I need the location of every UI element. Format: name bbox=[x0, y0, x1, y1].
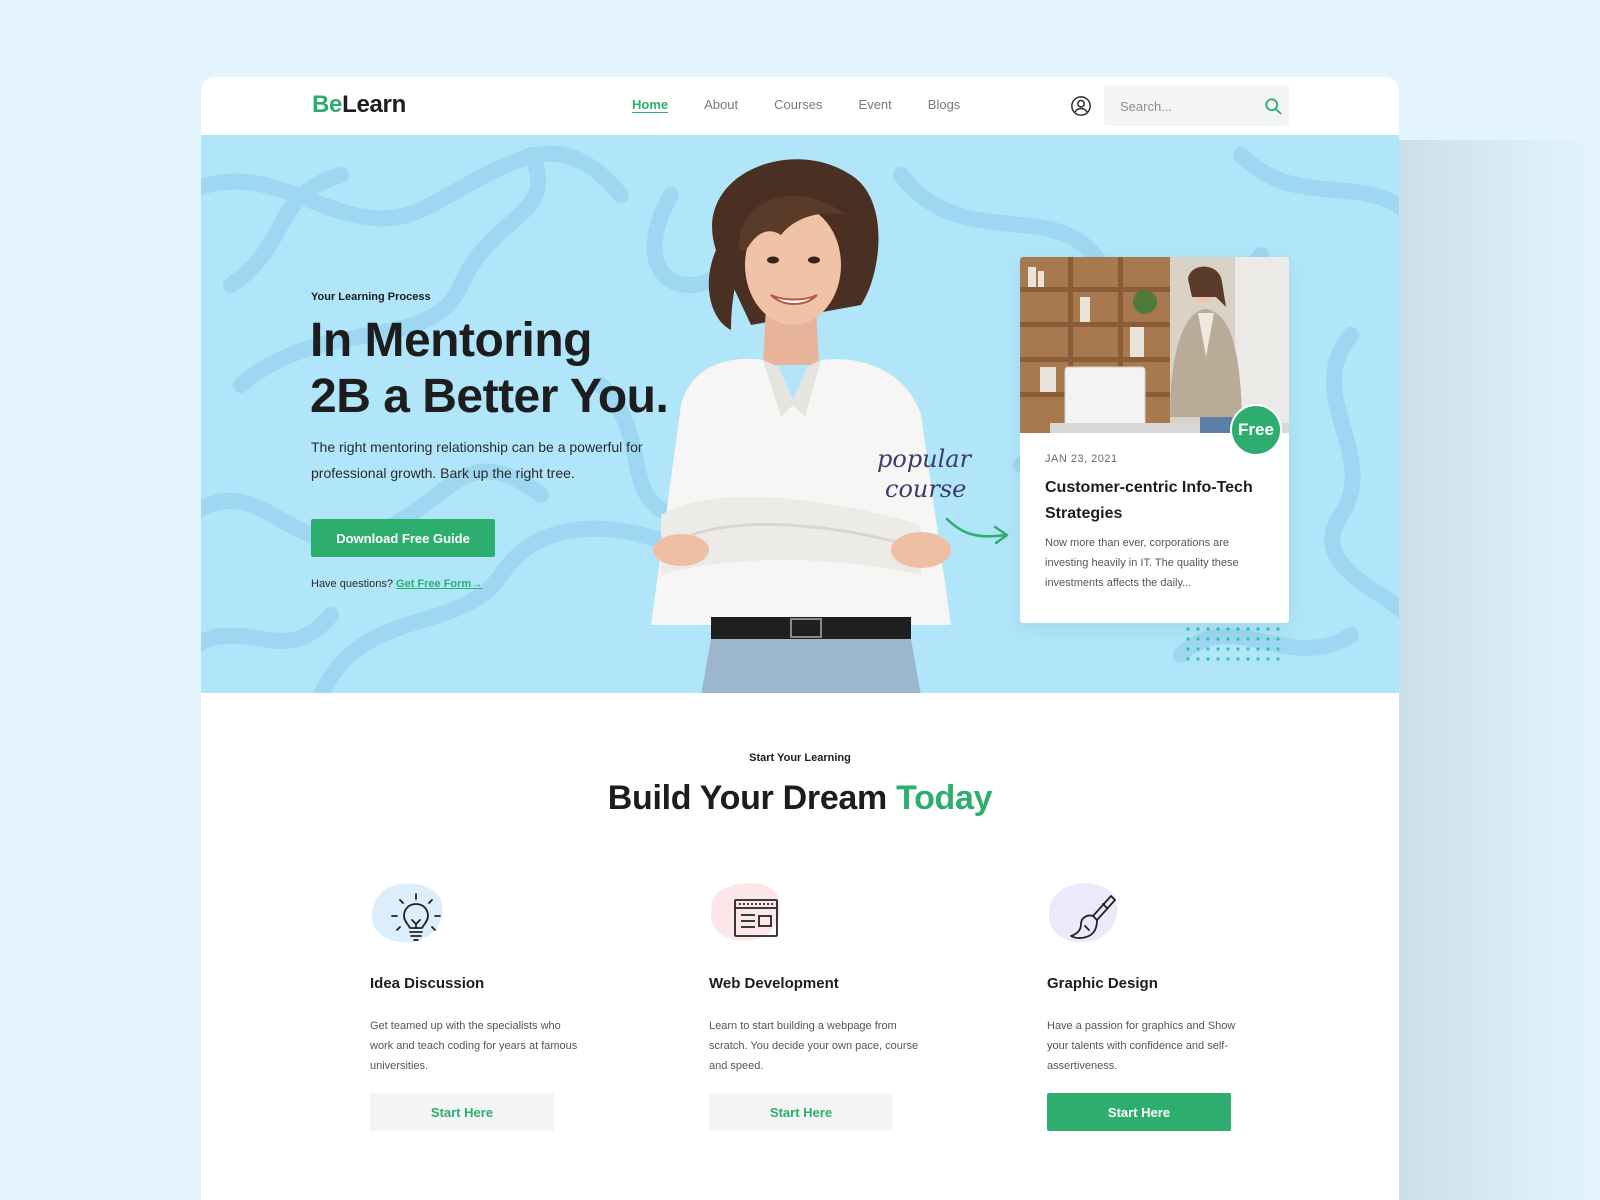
popular-text: popular bbox=[877, 445, 973, 473]
start-here-button[interactable]: Start Here bbox=[370, 1093, 554, 1131]
popular-course-annotation: popular course bbox=[877, 445, 1009, 545]
feature-graphic-design: Graphic Design Have a passion for graphi… bbox=[1047, 880, 1267, 1150]
top-navbar: BeLearn Home About Courses Event Blogs bbox=[201, 77, 1399, 135]
download-guide-button[interactable]: Download Free Guide bbox=[311, 519, 495, 557]
nav-link-about[interactable]: About bbox=[704, 96, 738, 114]
feature-web-development: Web Development Learn to start building … bbox=[709, 880, 929, 1150]
course-date: JAN 23, 2021 bbox=[1045, 453, 1118, 465]
lightbulb-icon bbox=[391, 893, 441, 941]
start-here-button[interactable]: Start Here bbox=[1047, 1093, 1231, 1131]
paint-brush-icon bbox=[1070, 895, 1116, 939]
questions-text: Have questions? bbox=[311, 578, 393, 590]
course-text: course bbox=[885, 475, 966, 503]
feature-description: Have a passion for graphics and Show you… bbox=[1047, 1020, 1236, 1072]
nav-link-home[interactable]: Home bbox=[632, 96, 668, 114]
nav-link-event[interactable]: Event bbox=[859, 96, 892, 114]
logo-learn: Learn bbox=[342, 91, 406, 118]
browser-window-icon bbox=[734, 899, 778, 937]
get-free-form-link[interactable]: Get Free Form→ bbox=[396, 578, 482, 590]
feature-description: Get teamed up with the specialists who w… bbox=[370, 1020, 578, 1072]
start-here-button[interactable]: Start Here bbox=[709, 1093, 893, 1131]
course-description: Now more than ever, corporations are inv… bbox=[1045, 537, 1239, 589]
hero-woman-image bbox=[651, 159, 951, 693]
section-title: Build Your Dream Today bbox=[201, 779, 1399, 818]
hero-section: Your Learning Process In Mentoring 2B a … bbox=[201, 135, 1399, 693]
course-title[interactable]: Customer-centric Info-Tech Strategies bbox=[1045, 475, 1273, 527]
arrow-right-glyph: → bbox=[471, 578, 483, 590]
hero-eyebrow: Your Learning Process bbox=[311, 291, 431, 303]
user-circle-icon[interactable] bbox=[1070, 95, 1092, 117]
section-title-accent: Today bbox=[896, 779, 993, 817]
section-title-main: Build Your Dream bbox=[607, 779, 888, 817]
nav-link-courses[interactable]: Courses bbox=[774, 96, 822, 114]
feature-idea-discussion: Idea Discussion Get teamed up with the s… bbox=[370, 880, 590, 1150]
search-box bbox=[1104, 85, 1289, 126]
feature-description: Learn to start building a webpage from s… bbox=[709, 1020, 919, 1072]
free-badge: Free bbox=[1230, 404, 1282, 456]
feature-title: Graphic Design bbox=[1047, 975, 1158, 992]
section-eyebrow: Start Your Learning bbox=[749, 752, 851, 764]
nav-link-blogs[interactable]: Blogs bbox=[928, 96, 961, 114]
search-input[interactable] bbox=[1120, 96, 1250, 116]
browser-page: BeLearn Home About Courses Event Blogs S… bbox=[201, 77, 1399, 1200]
questions-line: Have questions? Get Free Form→ bbox=[311, 578, 482, 590]
brand-logo[interactable]: BeLearn bbox=[312, 91, 406, 119]
get-free-form-label: Get Free Form bbox=[396, 578, 472, 590]
feature-title: Web Development bbox=[709, 975, 839, 992]
logo-be: Be bbox=[312, 91, 343, 118]
nav-links: Home About Courses Event Blogs bbox=[632, 96, 996, 114]
search-icon[interactable] bbox=[1263, 96, 1283, 116]
feature-title: Idea Discussion bbox=[370, 975, 485, 992]
popular-course-card[interactable]: Free JAN 23, 2021 Customer-centric Info-… bbox=[1020, 257, 1289, 623]
